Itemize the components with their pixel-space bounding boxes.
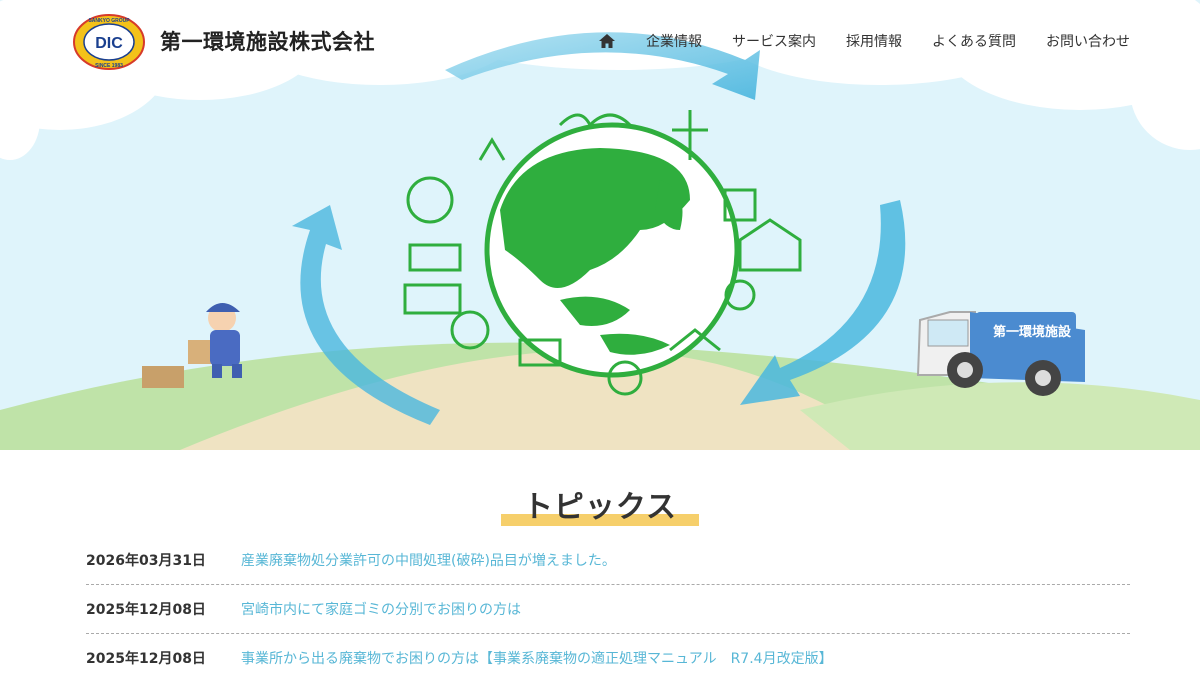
topics-heading: トピックス — [500, 482, 700, 526]
list-item: 2025年12月08日 宮崎市内にて家庭ゴミの分別でお困りの方は — [86, 585, 1130, 634]
list-item: 2026年03月31日 産業廃棄物処分業許可の中間処理(破砕)品目が増えました。 — [86, 536, 1130, 585]
logo-ring-bottom: SINCE 1983 — [95, 63, 123, 69]
earth-globe — [484, 122, 740, 378]
topic-link[interactable]: 事業所から出る廃棄物でお困りの方は【事業系廃棄物の適正処理マニュアル R7.4月… — [241, 648, 833, 668]
nav-item-contact[interactable]: お問い合わせ — [1046, 31, 1130, 51]
main-nav: 企業情報 サービス案内 採用情報 よくある質問 お問い合わせ — [598, 31, 1130, 51]
company-name[interactable]: 第一環境施設株式会社 — [160, 26, 375, 56]
nav-item-recruit[interactable]: 採用情報 — [846, 31, 902, 51]
logo-letters: DIC — [95, 35, 123, 52]
topic-link[interactable]: 宮崎市内にて家庭ゴミの分別でお困りの方は — [241, 599, 521, 619]
topics-title-text: トピックス — [522, 490, 678, 525]
logo-ring-top: SANKYO GROUP — [88, 18, 130, 24]
topic-date: 2025年12月08日 — [86, 602, 206, 618]
topic-date: 2026年03月31日 — [86, 553, 206, 569]
nav-item-faq[interactable]: よくある質問 — [932, 31, 1016, 51]
nav-item-company[interactable]: 企業情報 — [646, 31, 702, 51]
company-logo[interactable]: DIC SANKYO GROUP SINCE 1983 — [72, 13, 146, 71]
truck-label: 第一環境施設 — [993, 324, 1072, 339]
topic-link[interactable]: 産業廃棄物処分業許可の中間処理(破砕)品目が増えました。 — [241, 550, 616, 570]
site-header: DIC SANKYO GROUP SINCE 1983 第一環境施設株式会社 企… — [0, 0, 1200, 84]
home-icon[interactable] — [598, 32, 616, 50]
topics-list: 2026年03月31日 産業廃棄物処分業許可の中間処理(破砕)品目が増えました。… — [86, 536, 1130, 682]
nav-item-services[interactable]: サービス案内 — [732, 31, 816, 51]
topic-date: 2025年12月08日 — [86, 651, 206, 667]
